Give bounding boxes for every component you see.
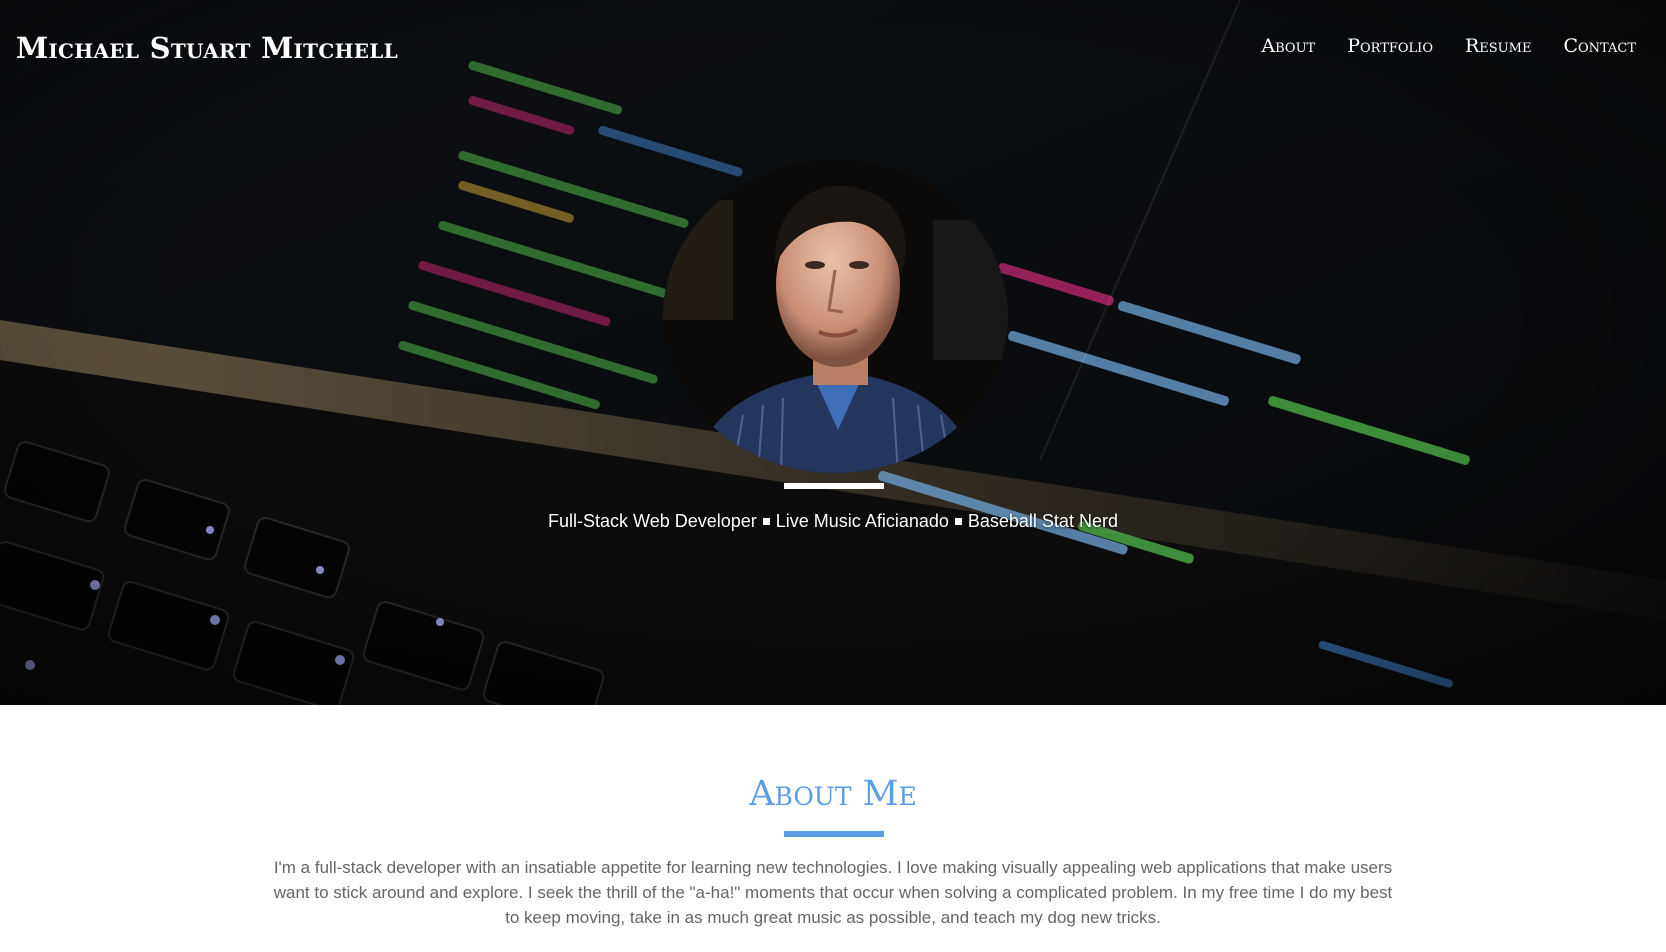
hero-section: Michael Stuart Mitchell About Portfolio … [0,0,1666,705]
nav-link-contact[interactable]: Contact [1563,35,1636,57]
nav-link-about[interactable]: About [1261,35,1315,57]
tagline-item: Live Music Aficianado [775,511,949,531]
hero-divider [784,483,884,489]
profile-photo [663,160,1008,473]
about-title: About Me [749,774,917,814]
tagline-separator-icon [762,517,770,525]
about-text: I'm a full-stack developer with an insat… [273,858,1393,927]
nav-link-resume[interactable]: Resume [1465,35,1531,57]
hero-tagline: Full-Stack Web Developer Live Music Afici… [0,511,1666,532]
about-divider [784,831,884,837]
tagline-separator-icon [954,517,962,525]
tagline-item: Full-Stack Web Developer [548,511,757,531]
navbar: Michael Stuart Mitchell About Portfolio … [0,0,1666,96]
about-section: About Me I'm a full-stack developer with… [0,705,1666,952]
tagline-item: Baseball Stat Nerd [967,511,1118,531]
nav-link-portfolio[interactable]: Portfolio [1347,35,1433,57]
nav-links: About Portfolio Resume Contact [1261,35,1636,57]
site-brand[interactable]: Michael Stuart Mitchell [16,31,398,65]
